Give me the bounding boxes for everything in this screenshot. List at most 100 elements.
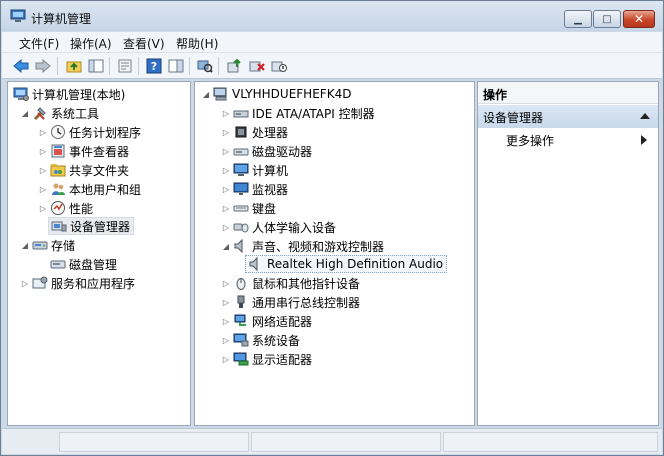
device-tree-pane[interactable]: ◢ VLYHHDUEFHEFK4D ▷ IDE ATA/ATAPI 控制器 ▷ … [194, 81, 475, 426]
tree-task-scheduler[interactable]: ▷ 任务计划程序 [38, 123, 141, 141]
services-icon [32, 275, 48, 291]
collapsed-arrow-icon[interactable]: ▷ [221, 127, 231, 137]
collapsed-arrow-icon[interactable]: ▷ [221, 146, 231, 156]
device-category[interactable]: ▷ 计算机 [221, 161, 288, 179]
collapsed-arrow-icon[interactable]: ▷ [20, 278, 30, 288]
collapsed-arrow-icon[interactable]: ▷ [38, 184, 48, 194]
collapsed-arrow-icon[interactable]: ▷ [221, 316, 231, 326]
device-computer-root[interactable]: ◢ VLYHHDUEFHEFK4D [201, 85, 352, 103]
ide-controller-icon [233, 105, 249, 121]
usb-icon [233, 294, 249, 310]
tree-disk-management[interactable]: 磁盘管理 [48, 255, 117, 273]
collapsed-arrow-icon[interactable]: ▷ [221, 165, 231, 175]
device-category-label: 网络适配器 [252, 314, 313, 329]
tree-shared-folders-label: 共享文件夹 [69, 163, 130, 178]
device-category-label: 人体学输入设备 [252, 220, 337, 235]
computer-icon [213, 86, 229, 102]
device-category[interactable]: ▷ IDE ATA/ATAPI 控制器 [221, 104, 375, 122]
more-actions-item[interactable]: 更多操作 [506, 132, 554, 149]
collapsed-arrow-icon[interactable]: ▷ [221, 278, 231, 288]
status-cell [251, 432, 441, 452]
collapsed-arrow-icon[interactable]: ▷ [221, 335, 231, 345]
expanded-arrow-icon[interactable]: ◢ [20, 108, 30, 118]
collapsed-arrow-icon[interactable]: ▷ [38, 127, 48, 137]
device-category-label: IDE ATA/ATAPI 控制器 [252, 106, 375, 121]
collapsed-arrow-icon[interactable]: ▷ [221, 354, 231, 364]
device-realtek-audio[interactable]: Realtek High Definition Audio [245, 255, 448, 273]
device-category[interactable]: ▷ 处理器 [221, 123, 288, 141]
device-category[interactable]: ▷ 人体学输入设备 [221, 218, 336, 236]
tree-performance[interactable]: ▷ 性能 [38, 199, 93, 217]
device-category-label: 监视器 [252, 182, 289, 197]
scan-hardware-icon[interactable] [196, 57, 214, 75]
uninstall-icon[interactable] [248, 57, 266, 75]
performance-icon [50, 200, 66, 216]
computer-icon [233, 162, 249, 178]
up-folder-icon[interactable] [65, 57, 83, 75]
disable-device-icon[interactable] [270, 57, 288, 75]
collapsed-arrow-icon[interactable]: ▷ [221, 203, 231, 213]
device-category[interactable]: ▷ 监视器 [221, 180, 288, 198]
collapsed-arrow-icon[interactable]: ▷ [221, 184, 231, 194]
menu-file[interactable]: 文件(F) [19, 35, 59, 52]
device-category[interactable]: ▷ 系统设备 [221, 331, 300, 349]
device-category[interactable]: ▷ 磁盘驱动器 [221, 142, 312, 160]
tree-storage[interactable]: ◢ 存储 [20, 236, 75, 254]
help-icon[interactable]: ? [145, 57, 163, 75]
collapsed-arrow-icon[interactable]: ▷ [221, 108, 231, 118]
update-driver-icon[interactable] [225, 57, 243, 75]
tree-storage-label: 存储 [51, 238, 76, 253]
device-category-sound[interactable]: ◢ 声音、视频和游戏控制器 [221, 237, 384, 255]
device-category[interactable]: ▷ 键盘 [221, 199, 276, 217]
device-category-label: 处理器 [252, 125, 289, 140]
collapsed-arrow-icon[interactable]: ▷ [38, 165, 48, 175]
device-category-label: 显示适配器 [252, 352, 313, 367]
device-category[interactable]: ▷ 网络适配器 [221, 312, 312, 330]
menu-view[interactable]: 查看(V) [123, 35, 165, 52]
minimize-button[interactable]: ▁ [564, 10, 592, 28]
shared-folder-icon [50, 162, 66, 178]
actions-section-device-manager[interactable]: 设备管理器 [478, 105, 658, 128]
expanded-arrow-icon[interactable]: ◢ [201, 89, 211, 99]
show-hide-tree-icon[interactable] [87, 57, 105, 75]
expanded-arrow-icon[interactable]: ◢ [20, 240, 30, 250]
tree-system-tools[interactable]: ◢ 系统工具 [20, 104, 99, 122]
collapsed-arrow-icon[interactable]: ▷ [38, 203, 48, 213]
device-category[interactable]: ▷ 通用串行总线控制器 [221, 293, 360, 311]
back-icon[interactable] [12, 57, 30, 75]
device-category-label: 键盘 [252, 201, 277, 216]
collapsed-arrow-icon[interactable]: ▷ [38, 146, 48, 156]
console-tree-pane[interactable]: 计算机管理(本地) ◢ 系统工具 ▷ 任务计划程序 ▷ 事件查看器 ▷ 共享文件… [7, 81, 191, 426]
device-category[interactable]: ▷ 鼠标和其他指针设备 [221, 274, 360, 292]
expanded-arrow-icon[interactable]: ◢ [221, 241, 231, 251]
status-cell [59, 432, 249, 452]
show-action-pane-icon[interactable] [167, 57, 185, 75]
actions-pane: 操作 设备管理器 更多操作 [477, 81, 659, 426]
tree-device-manager[interactable]: 设备管理器 [48, 217, 135, 235]
collapse-triangle-icon[interactable] [640, 113, 650, 119]
tree-shared-folders[interactable]: ▷ 共享文件夹 [38, 161, 129, 179]
tree-services-apps[interactable]: ▷ 服务和应用程序 [20, 274, 135, 292]
device-category-label: 磁盘驱动器 [252, 144, 313, 159]
users-icon [50, 181, 66, 197]
tree-system-tools-label: 系统工具 [51, 106, 100, 121]
actions-section-label: 设备管理器 [483, 111, 544, 125]
forward-icon[interactable] [34, 57, 52, 75]
collapsed-arrow-icon[interactable]: ▷ [221, 297, 231, 307]
menu-help[interactable]: 帮助(H) [176, 35, 218, 52]
submenu-arrow-icon[interactable] [641, 135, 647, 145]
device-category[interactable]: ▷ 显示适配器 [221, 350, 312, 368]
tree-root[interactable]: 计算机管理(本地) [11, 85, 125, 103]
close-button[interactable]: ✕ [623, 10, 655, 28]
title-bar[interactable]: 计算机管理 ▁ □ ✕ [1, 1, 663, 31]
tree-local-users-groups[interactable]: ▷ 本地用户和组 [38, 180, 141, 198]
tree-event-viewer-label: 事件查看器 [69, 144, 130, 159]
monitor-icon [233, 181, 249, 197]
toolbar: ? [2, 53, 662, 79]
collapsed-arrow-icon[interactable]: ▷ [221, 222, 231, 232]
maximize-button[interactable]: □ [593, 10, 621, 28]
disk-drive-icon [233, 143, 249, 159]
properties-icon[interactable] [116, 57, 134, 75]
tree-event-viewer[interactable]: ▷ 事件查看器 [38, 142, 129, 160]
menu-action[interactable]: 操作(A) [70, 35, 112, 52]
